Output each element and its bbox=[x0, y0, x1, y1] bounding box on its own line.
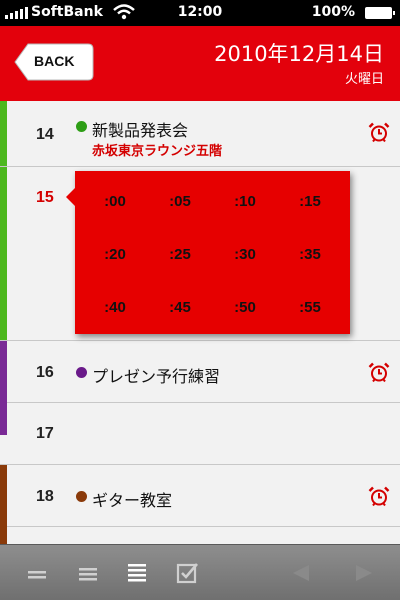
minute-option[interactable]: :00 bbox=[85, 193, 145, 210]
day-timeline: 14 新製品発表会 赤坂東京ラウンジ五階 15 :00 :05 :10 :15 … bbox=[0, 101, 400, 544]
minute-option[interactable]: :35 bbox=[280, 246, 340, 263]
category-bar bbox=[0, 101, 7, 166]
hour-row-19[interactable] bbox=[0, 527, 400, 544]
hour-row-14[interactable]: 14 新製品発表会 赤坂東京ラウンジ五階 bbox=[0, 101, 400, 167]
screen: SoftBank 12:00 100% BACK 2010年12月14日 火曜日… bbox=[0, 0, 400, 600]
event-title[interactable]: プレゼン予行練習 bbox=[92, 363, 220, 387]
todo-checkbox-icon[interactable] bbox=[175, 561, 199, 585]
event-location: 赤坂東京ラウンジ五階 bbox=[92, 144, 223, 159]
hour-row-17[interactable]: 17 bbox=[0, 403, 400, 465]
battery-icon bbox=[365, 7, 395, 19]
minute-picker: :00 :05 :10 :15 :20 :25 :30 :35 :40 :45 … bbox=[66, 171, 350, 334]
minute-option[interactable]: :45 bbox=[150, 299, 210, 316]
back-button-label: BACK bbox=[34, 53, 75, 69]
battery-percentage: 100% bbox=[311, 4, 355, 20]
alarm-clock-icon[interactable] bbox=[368, 361, 390, 383]
view-two-lines-icon[interactable] bbox=[25, 561, 49, 585]
event-color-dot bbox=[76, 367, 87, 378]
view-three-lines-icon[interactable] bbox=[76, 561, 100, 585]
hour-label-current: 15 bbox=[36, 189, 54, 206]
status-bar: SoftBank 12:00 100% bbox=[0, 0, 400, 26]
hour-label: 16 bbox=[36, 364, 54, 381]
bottom-toolbar bbox=[0, 544, 400, 600]
date-title: 2010年12月14日 bbox=[214, 42, 384, 66]
minute-option[interactable]: :15 bbox=[280, 193, 340, 210]
event-title[interactable]: 新製品発表会 bbox=[92, 117, 188, 141]
minute-option[interactable]: :05 bbox=[150, 193, 210, 210]
event-color-dot bbox=[76, 121, 87, 132]
alarm-clock-icon[interactable] bbox=[368, 121, 390, 143]
view-list-icon[interactable] bbox=[125, 561, 149, 585]
next-icon[interactable] bbox=[352, 561, 376, 585]
minute-option[interactable]: :40 bbox=[85, 299, 145, 316]
minute-option[interactable]: :20 bbox=[85, 246, 145, 263]
alarm-clock-icon[interactable] bbox=[368, 485, 390, 507]
minute-option[interactable]: :50 bbox=[215, 299, 275, 316]
hour-row-16[interactable]: 16 プレゼン予行練習 bbox=[0, 341, 400, 435]
previous-icon[interactable] bbox=[289, 561, 313, 585]
hour-row-18[interactable]: 18 ギター教室 bbox=[0, 465, 400, 544]
category-bar bbox=[0, 167, 7, 340]
back-button[interactable]: BACK bbox=[14, 43, 94, 81]
header-bar: BACK 2010年12月14日 火曜日 bbox=[0, 26, 400, 101]
minute-option[interactable]: :55 bbox=[280, 299, 340, 316]
minute-option[interactable]: :25 bbox=[150, 246, 210, 263]
event-title[interactable]: ギター教室 bbox=[92, 487, 172, 511]
minute-option[interactable]: :10 bbox=[215, 193, 275, 210]
event-color-dot bbox=[76, 491, 87, 502]
minute-option[interactable]: :30 bbox=[215, 246, 275, 263]
hour-label: 14 bbox=[36, 126, 54, 143]
hour-label: 18 bbox=[36, 488, 54, 505]
weekday-label: 火曜日 bbox=[344, 72, 384, 87]
hour-label: 17 bbox=[36, 425, 54, 442]
